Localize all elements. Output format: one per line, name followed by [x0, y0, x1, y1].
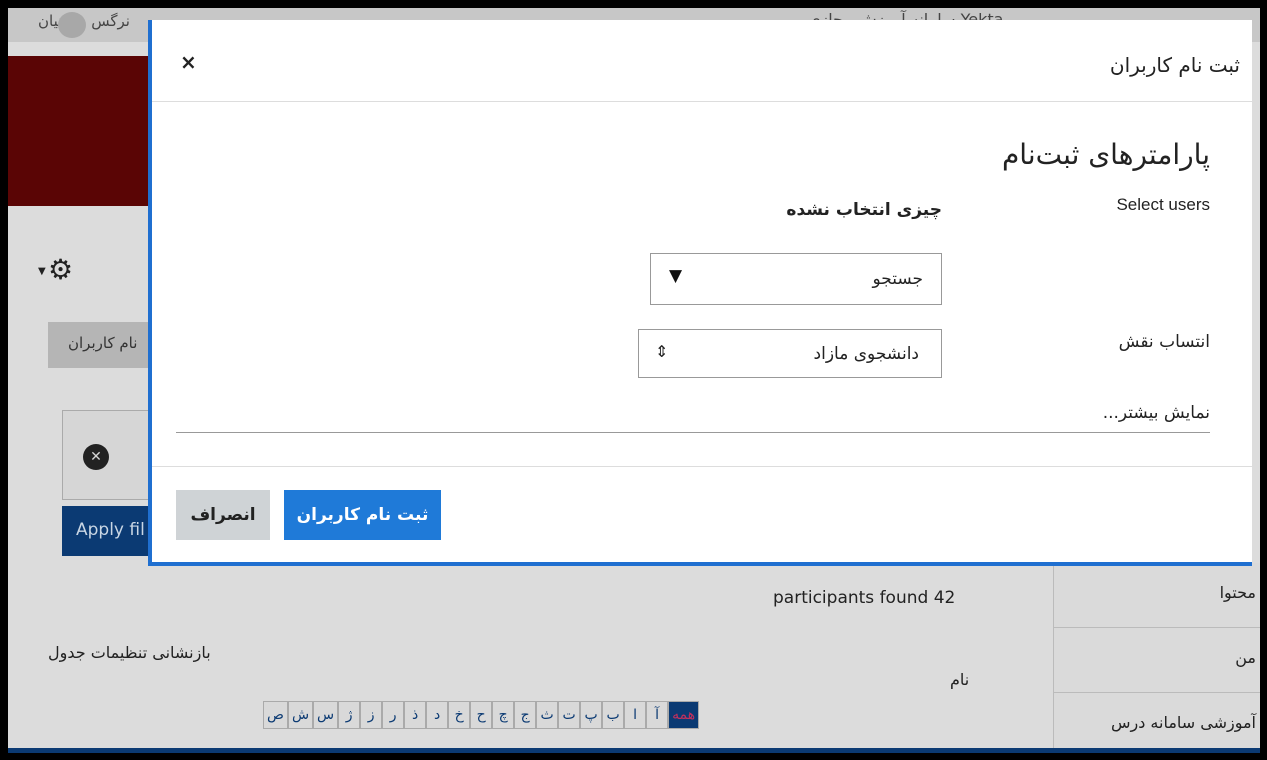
letter-button[interactable]: ب	[602, 701, 625, 729]
reset-table-link[interactable]: بازنشانی تنظیمات جدول	[48, 643, 211, 662]
letter-button[interactable]: ر	[382, 701, 405, 729]
letter-button[interactable]: ت	[558, 701, 581, 729]
close-icon[interactable]: ×	[180, 50, 197, 74]
role-label: انتساب نقش	[1118, 332, 1210, 352]
selection-status: چیزی انتخاب نشده	[786, 200, 942, 220]
modal-title: ثبت نام کاربران	[1109, 53, 1240, 77]
clear-filter-icon[interactable]: ✕	[83, 444, 109, 470]
section-title: پارامترهای ثبت‌نام	[1001, 138, 1210, 171]
role-value: دانشجوی مازاد	[813, 344, 919, 364]
letter-button[interactable]: ش	[287, 701, 314, 729]
letter-button[interactable]: د	[426, 701, 449, 729]
show-more-link[interactable]: نمایش بیشتر...	[1103, 403, 1210, 423]
select-users-label: Select users	[1116, 195, 1210, 214]
letter-button[interactable]: ا	[624, 701, 647, 729]
letter-button[interactable]: ز	[360, 701, 383, 729]
letter-button[interactable]: ج	[514, 701, 537, 729]
letter-button[interactable]: ح	[470, 701, 493, 729]
enrol-users-button[interactable]: ثبت نام کاربران	[284, 490, 441, 540]
letter-button[interactable]: ژ	[338, 701, 361, 729]
modal-header: ثبت نام کاربران ×	[152, 20, 1252, 102]
divider	[176, 432, 1210, 433]
enrol-users-modal: ثبت نام کاربران × پارامترهای ثبت‌نام Sel…	[148, 20, 1252, 566]
select-arrows-icon: ⇕	[655, 342, 669, 361]
letter-button[interactable]: ذ	[404, 701, 427, 729]
role-select[interactable]: دانشجوی مازاد ⇕	[638, 329, 942, 378]
search-placeholder: جستجو	[872, 269, 923, 289]
avatar[interactable]	[58, 12, 86, 38]
letter-button[interactable]: ث	[536, 701, 559, 729]
letter-button[interactable]: آ	[646, 701, 669, 729]
letter-button[interactable]: ص	[263, 701, 288, 729]
bottom-strip	[8, 748, 1260, 753]
letter-button[interactable]: چ	[492, 701, 515, 729]
dropdown-arrow-icon[interactable]: ▼	[669, 266, 682, 286]
side-item-course[interactable]: آموزشی سامانه درس	[1053, 693, 1260, 753]
course-banner	[8, 56, 158, 206]
side-item-my[interactable]: من	[1053, 628, 1260, 693]
name-filter-label: نام	[950, 670, 970, 689]
letter-all[interactable]: همه	[668, 701, 700, 729]
letter-button[interactable]: خ	[448, 701, 471, 729]
course-side-menu: محتوا من آموزشی سامانه درس	[1053, 563, 1260, 753]
chevron-down-icon[interactable]: ▼	[38, 266, 46, 277]
participants-count: participants found 42	[773, 588, 956, 608]
initials-bar: همه آ ا ب پ ت ث ج چ ح خ د ذ ر ز ژ س ش ص	[263, 701, 700, 729]
cancel-button[interactable]: انصراف	[176, 490, 270, 540]
letter-button[interactable]: پ	[580, 701, 603, 729]
side-item-content[interactable]: محتوا	[1053, 563, 1260, 628]
modal-footer: ثبت نام کاربران انصراف	[152, 466, 1252, 566]
gear-icon[interactable]: ⚙	[48, 253, 73, 286]
letter-button[interactable]: س	[313, 701, 339, 729]
user-search-input[interactable]: جستجو ▼	[650, 253, 942, 305]
